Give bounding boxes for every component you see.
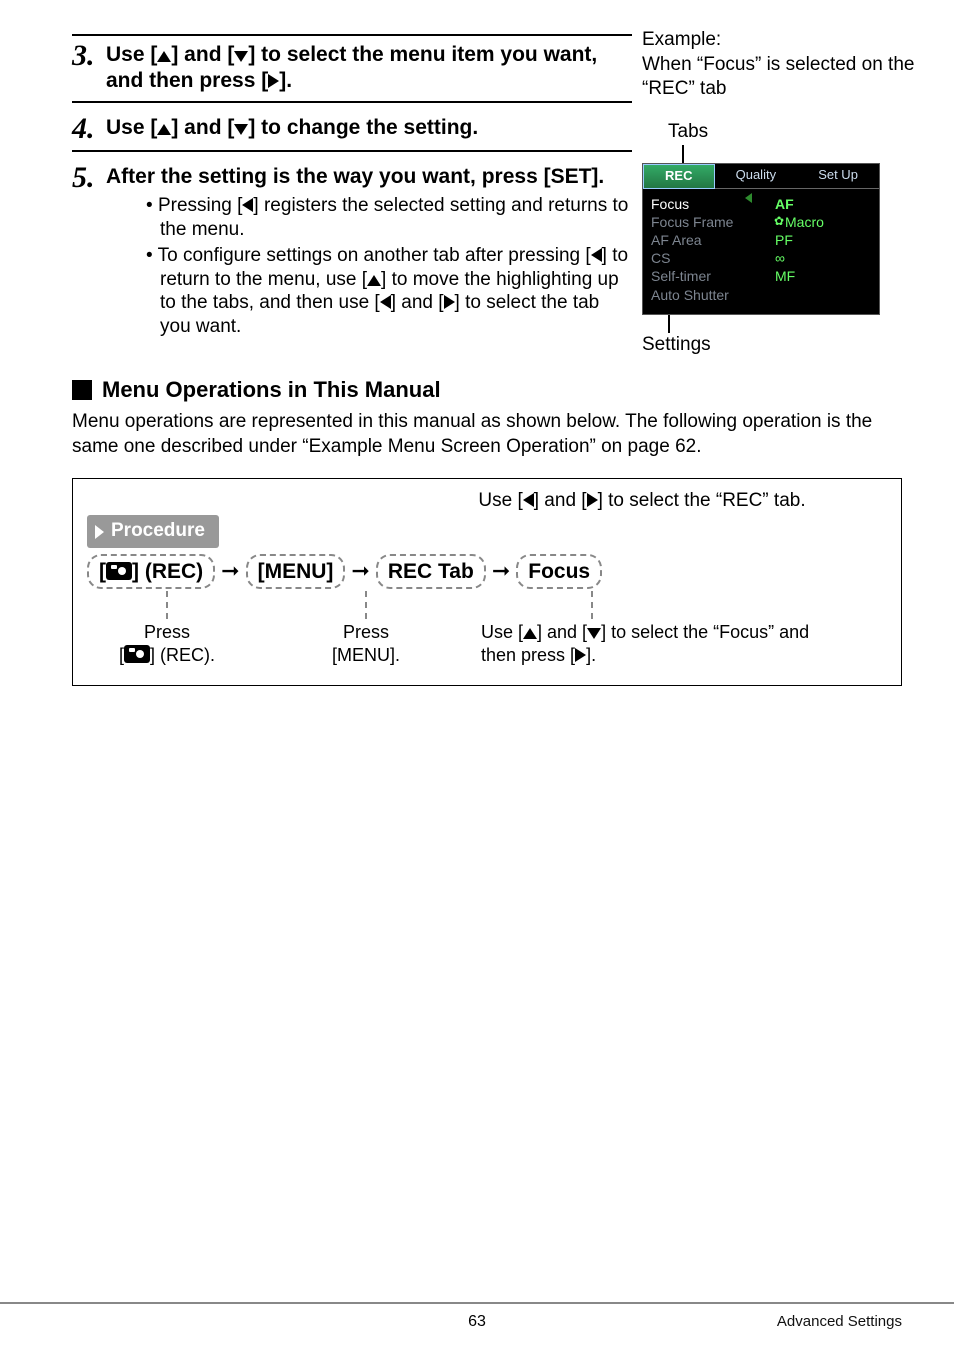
left-arrow-icon — [242, 198, 253, 212]
flow-chip-menu: [MENU] — [246, 554, 346, 589]
procedure-col-c: Use [] and [] to select the “Focus” and … — [481, 591, 887, 667]
flow-arrow-icon: ➞ — [492, 557, 510, 586]
page-footer: 63 Advanced Settings — [0, 1302, 954, 1333]
right-arrow-icon — [444, 295, 455, 309]
proc-col-a-l2: [] (REC). — [87, 644, 247, 667]
step-5-bullet: To configure settings on another tab aft… — [146, 244, 632, 339]
step-3: 3. Use [] and [] to select the menu item… — [72, 34, 632, 95]
camera-left-item: Auto Shutter — [651, 286, 759, 304]
step-number: 3. — [72, 40, 106, 72]
camera-right-item: PF — [775, 231, 865, 249]
flow-chip-rectab: REC Tab — [376, 554, 486, 589]
tabs-label: Tabs — [668, 120, 922, 145]
procedure-top-hint: Use [] and [] to select the “REC” tab. — [397, 489, 887, 514]
connector-line-icon — [166, 591, 168, 619]
left-arrow-icon — [591, 248, 602, 262]
macro-flower-icon — [775, 218, 785, 228]
camera-right-item: MF — [775, 267, 865, 285]
left-arrow-icon — [380, 295, 391, 309]
camera-left-item: AF Area — [651, 231, 759, 249]
camera-left-col: Focus Focus Frame AF Area CS Self-timer … — [643, 189, 767, 314]
subheading-row: Menu Operations in This Manual — [72, 376, 902, 405]
procedure-flow: [] (REC) ➞ [MENU] ➞ REC Tab ➞ Focus — [87, 554, 887, 589]
proc-col-a-l1: Press — [87, 621, 247, 644]
proc-col-b-l1: Press — [281, 621, 451, 644]
camera-rec-icon — [124, 645, 150, 663]
down-arrow-icon — [587, 628, 601, 639]
camera-right-col: AF Macro PF ∞ MF — [767, 189, 873, 314]
flow-chip-rec: [] (REC) — [87, 554, 215, 589]
camera-rec-icon — [106, 562, 132, 580]
page-number: 63 — [468, 1312, 486, 1333]
camera-left-item: Self-timer — [651, 267, 759, 285]
camera-right-item: AF — [775, 195, 865, 213]
example-line: When “Focus” is selected on the “REC” ta… — [642, 53, 922, 102]
flow-arrow-icon: ➞ — [221, 557, 239, 586]
divider — [72, 101, 632, 103]
up-arrow-icon — [157, 51, 171, 62]
footer-section: Advanced Settings — [777, 1312, 902, 1332]
step-4: 4. Use [] and [] to change the setting. — [72, 109, 632, 145]
settings-label: Settings — [642, 333, 922, 358]
step-body: Use [] and [] to change the setting. — [106, 113, 632, 141]
connector-line-icon — [591, 591, 593, 619]
steps-column: 3. Use [] and [] to select the menu item… — [72, 34, 632, 358]
step-5: 5. After the setting is the way you want… — [72, 158, 632, 358]
procedure-col-a: Press [] (REC). — [87, 591, 247, 667]
down-arrow-icon — [234, 124, 248, 135]
proc-col-b-l2: [MENU]. — [281, 644, 451, 667]
section-marker-icon — [72, 380, 92, 400]
divider — [72, 150, 632, 152]
down-arrow-icon — [234, 51, 248, 62]
up-arrow-icon — [157, 124, 171, 135]
procedure-badge-row: Procedure — [87, 513, 887, 548]
camera-menu-screenshot: REC Quality Set Up Focus Focus Frame AF … — [642, 163, 880, 315]
camera-right-item: ∞ — [775, 249, 865, 267]
proc-col-c-l1: Use [] and [] to select the “Focus” and — [481, 621, 887, 644]
camera-left-item: Focus — [651, 195, 759, 213]
settings-pointer-line — [668, 315, 670, 333]
example-label: Example: — [642, 28, 922, 53]
camera-active-marker-icon — [745, 193, 752, 203]
right-arrow-icon — [575, 648, 586, 662]
example-aside: Example: When “Focus” is selected on the… — [642, 28, 922, 357]
up-arrow-icon — [523, 628, 537, 639]
procedure-badge: Procedure — [87, 515, 219, 548]
camera-tab-rec: REC — [643, 164, 715, 189]
camera-tabs-row: REC Quality Set Up — [643, 164, 879, 189]
procedure-box: Use [] and [] to select the “REC” tab. P… — [72, 478, 902, 687]
connector-line-icon — [365, 591, 367, 619]
camera-tab-setup: Set Up — [797, 164, 879, 189]
sub-paragraph: Menu operations are represented in this … — [72, 410, 902, 459]
camera-left-item: CS — [651, 249, 759, 267]
step-body: Use [] and [] to select the menu item yo… — [106, 40, 632, 95]
step-5-bullet: Pressing [] registers the selected setti… — [146, 194, 632, 242]
step-number: 5. — [72, 162, 106, 194]
step-body: After the setting is the way you want, p… — [106, 162, 632, 358]
right-arrow-icon — [587, 493, 598, 507]
flow-arrow-icon: ➞ — [351, 557, 369, 586]
step-number: 4. — [72, 113, 106, 145]
left-arrow-icon — [523, 493, 534, 507]
camera-left-item: Focus Frame — [651, 213, 759, 231]
tabs-pointer-line — [682, 145, 684, 163]
step-5-bullets: Pressing [] registers the selected setti… — [106, 194, 632, 339]
procedure-lower-row: Press [] (REC). Press [MENU]. Use [] and… — [87, 591, 887, 667]
camera-body: Focus Focus Frame AF Area CS Self-timer … — [643, 189, 879, 314]
camera-tab-quality: Quality — [715, 164, 798, 189]
subheading: Menu Operations in This Manual — [102, 376, 441, 405]
right-arrow-icon — [268, 74, 279, 88]
up-arrow-icon — [367, 275, 381, 286]
flow-chip-focus: Focus — [516, 554, 602, 589]
procedure-col-b: Press [MENU]. — [281, 591, 451, 667]
camera-right-item: Macro — [775, 213, 865, 231]
proc-col-c-l2: then press []. — [481, 644, 887, 667]
